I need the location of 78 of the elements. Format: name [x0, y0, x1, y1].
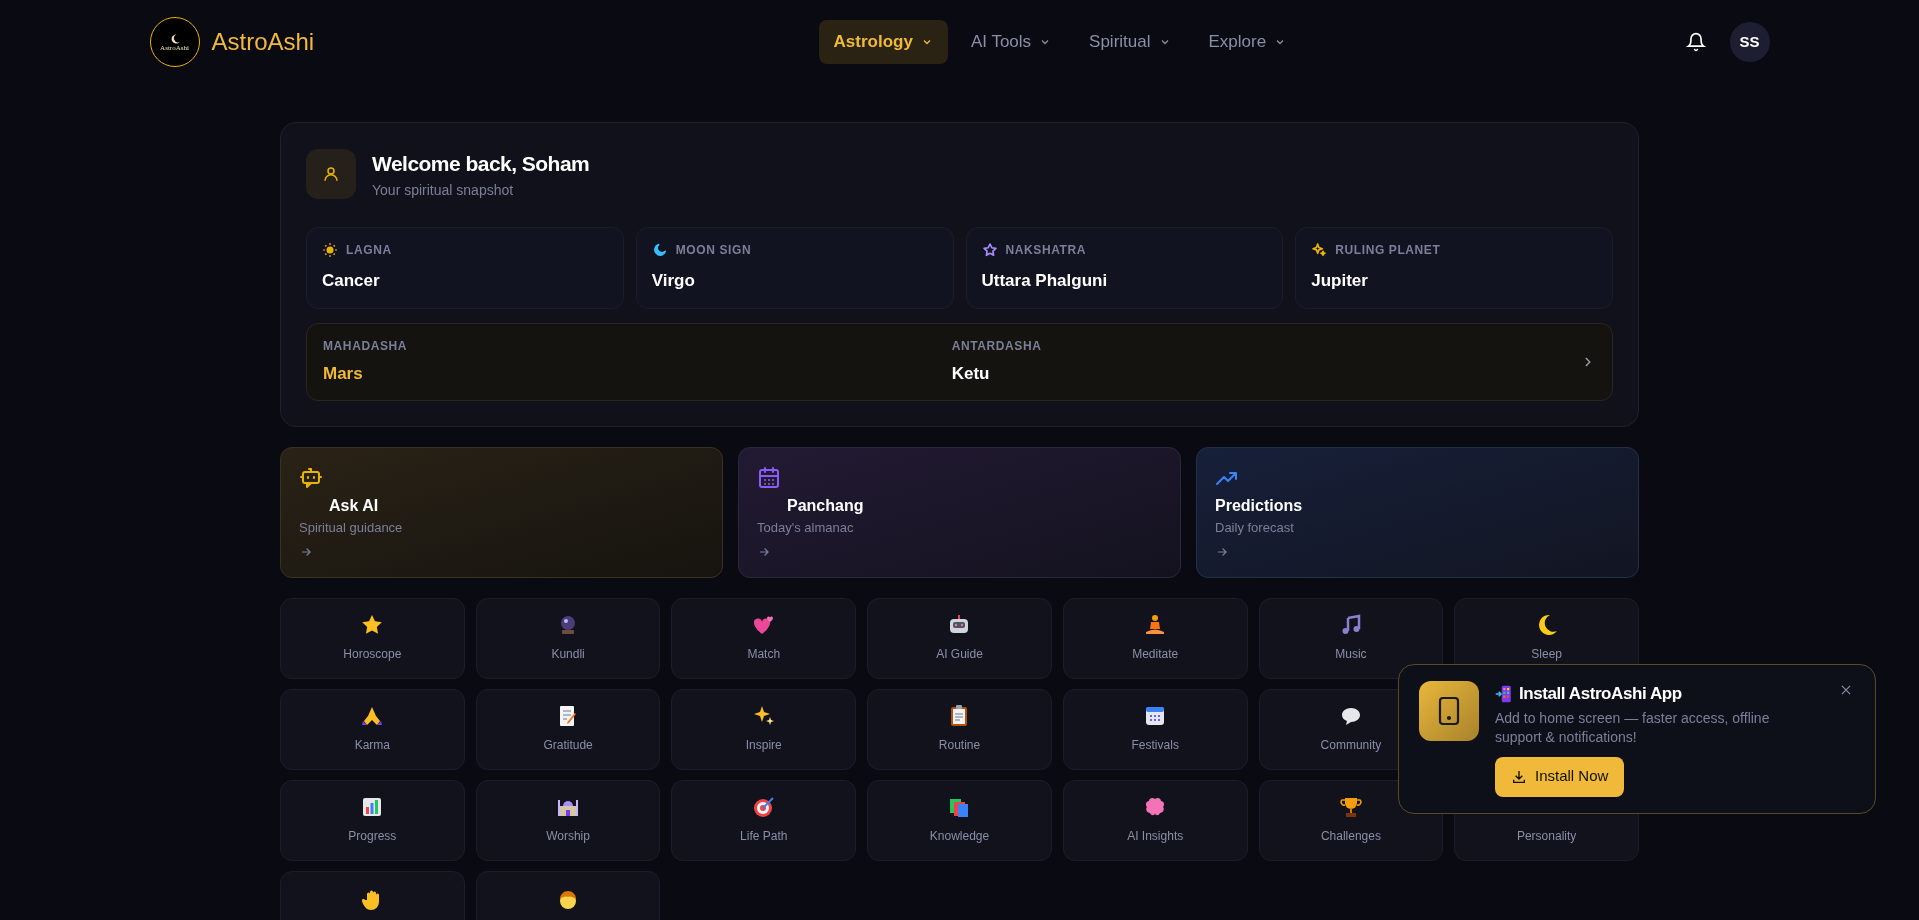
feature-tile[interactable]: Knowledge: [867, 779, 1052, 861]
action-subtitle: Spiritual guidance: [299, 518, 404, 537]
trophy-icon: [1338, 795, 1363, 819]
feature-tile[interactable]: Routine: [867, 688, 1052, 770]
tile-label: Sleep: [1531, 646, 1562, 663]
nav-tab[interactable]: AI Tools: [955, 20, 1067, 64]
nav-tab[interactable]: Spiritual: [1074, 20, 1186, 64]
tile-label: Music: [1335, 646, 1367, 663]
feature-tile[interactable]: Progress: [280, 779, 465, 861]
tile-label: AI Insights: [1127, 828, 1184, 845]
tile-label: Match: [747, 646, 781, 663]
download-icon: [1511, 768, 1527, 785]
close-icon: [1839, 683, 1853, 697]
app-install-icon: [1495, 684, 1513, 703]
feature-tile[interactable]: Match: [671, 597, 857, 679]
phone-icon: [1437, 696, 1461, 726]
stat-value: Cancer: [322, 270, 381, 293]
dasha-label: ANTARDASHA: [951, 337, 1043, 355]
tile-label: Horoscope: [343, 646, 402, 663]
install-now-button[interactable]: Install Now: [1495, 756, 1625, 797]
feature-tile[interactable]: Inspire: [671, 688, 857, 770]
tile-label: AI Guide: [936, 646, 983, 663]
dasha-value: Mars: [323, 362, 364, 385]
tile-label: Festivals: [1131, 737, 1179, 754]
tile-label: Meditate: [1132, 646, 1179, 663]
tile-label: Karma: [354, 737, 390, 754]
feature-tile[interactable]: Festivals: [1062, 688, 1248, 770]
feature-tile[interactable]: Gratitude: [475, 688, 661, 770]
stat-label: MOON SIGN: [675, 242, 752, 260]
tile-label: Worship: [546, 828, 590, 845]
action-subtitle: Today's almanac: [757, 518, 855, 537]
tile-label: Personality: [1516, 828, 1577, 845]
action-card[interactable]: Panchang Today's almanac: [738, 446, 1181, 578]
avatar[interactable]: SS: [1729, 22, 1770, 62]
tile-label: Progress: [348, 828, 397, 845]
action-title: Panchang: [786, 495, 865, 516]
stat-value: Uttara Phalguni: [981, 270, 1109, 293]
action-card[interactable]: Predictions Daily forecast: [1196, 446, 1639, 578]
feature-tile[interactable]: Meditate: [1062, 597, 1248, 679]
tile-label: Challenges: [1320, 828, 1381, 845]
user-icon: [322, 165, 340, 184]
feature-tile[interactable]: AI Guide: [867, 597, 1052, 679]
tile-label: Life Path: [740, 828, 788, 845]
dasha-label: MAHADASHA: [323, 337, 409, 355]
brand-name[interactable]: AstroAshi: [211, 24, 315, 60]
popup-text: Add to home screen — faster access, offline support & notifications!: [1495, 708, 1771, 747]
notification-bell-icon[interactable]: [1685, 32, 1706, 52]
tile-label: Community: [1320, 737, 1382, 754]
stat-label: NAKSHATRA: [1005, 242, 1086, 260]
feature-tile[interactable]: Karma: [280, 688, 465, 770]
feature-tile[interactable]: Horoscope: [280, 597, 465, 679]
feature-tile[interactable]: Worship: [475, 779, 661, 861]
stat-label: LAGNA: [346, 242, 392, 260]
action-title: Predictions: [1215, 495, 1304, 516]
action-subtitle: Daily forecast: [1215, 518, 1295, 537]
target-icon: [751, 795, 776, 819]
action-title: Ask AI: [328, 495, 380, 516]
welcome-title: Welcome back, Soham: [372, 151, 590, 177]
feature-tile[interactable]: Challenges: [1258, 779, 1444, 861]
tile-label: Inspire: [745, 737, 782, 754]
welcome-subtitle: Your spiritual snapshot: [372, 180, 515, 200]
stat-label: RULING PLANET: [1335, 242, 1441, 260]
nav-tab[interactable]: Astrology: [818, 20, 948, 64]
popup-title: Install AstroAshi App: [1519, 683, 1682, 705]
feature-tile[interactable]: Kundli: [475, 597, 661, 679]
dasha-value: Ketu: [951, 362, 991, 385]
nav-tab[interactable]: Explore: [1193, 20, 1302, 64]
stat-value: Virgo: [651, 270, 696, 293]
feature-tile[interactable]: Music: [1258, 597, 1444, 679]
stat-value: Jupiter: [1311, 270, 1369, 293]
dasha-card[interactable]: MAHADASHA Mars ANTARDASHA Ketu: [306, 322, 1613, 401]
feature-tile[interactable]: AI Insights: [1062, 779, 1248, 861]
tile-label: Gratitude: [543, 737, 593, 754]
action-card[interactable]: Ask AI Spiritual guidance: [280, 446, 723, 578]
feature-tile[interactable]: Life Path: [671, 779, 857, 861]
tile-label: Knowledge: [929, 828, 990, 845]
tile-label: Kundli: [551, 646, 585, 663]
tile-label: Routine: [938, 737, 981, 754]
